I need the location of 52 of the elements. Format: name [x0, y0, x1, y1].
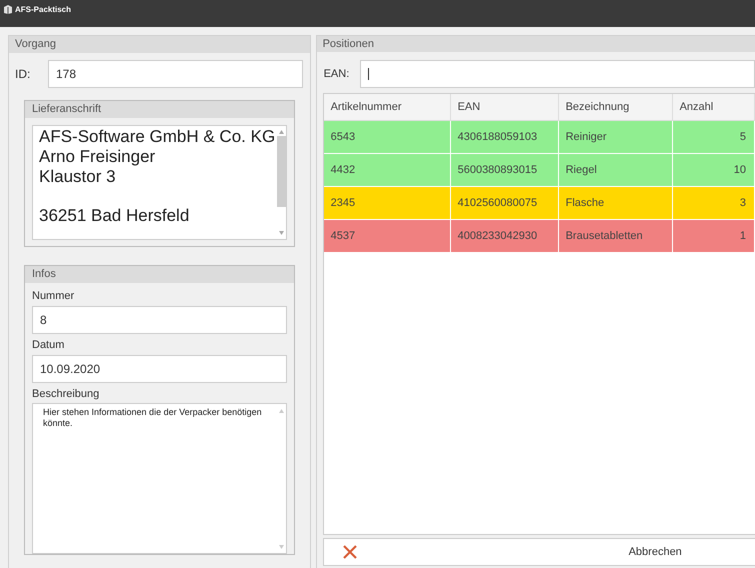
address-line: Arno Freisinger [39, 147, 156, 167]
table-row[interactable]: 6543 4306188059103 Reiniger 5 [324, 121, 755, 154]
package-icon [4, 5, 12, 14]
column-header[interactable]: Anzahl [672, 94, 755, 120]
table-cell: 4102560080075 [450, 187, 559, 219]
table-cell: 5600380893015 [450, 154, 559, 186]
scroll-down-icon[interactable] [278, 545, 284, 549]
group-title: Lieferanschrift [32, 102, 102, 118]
group-title: Infos [32, 267, 56, 282]
table-cell: Brausetabletten [558, 220, 673, 252]
table-cell: 4432 [324, 154, 451, 186]
id-label: ID: [15, 66, 32, 83]
ean-label: EAN: [324, 66, 350, 82]
column-header[interactable]: EAN [450, 94, 559, 120]
address-line: 36251 Bad Hersfeld [39, 206, 190, 226]
datum-field[interactable]: 10.09.2020 [32, 355, 287, 383]
table-cell: 5 [672, 121, 755, 153]
id-field[interactable]: 178 [48, 60, 303, 88]
table-cell: Riegel [558, 154, 673, 186]
table-cell: 2345 [324, 187, 451, 219]
column-header[interactable]: Artikelnummer [324, 94, 451, 120]
beschreibung-field[interactable]: Hier stehen Informationen die der Verpacker benötigen könnte. [32, 403, 287, 554]
table-row[interactable]: 2345 4102560080075 Flasche 3 [324, 187, 755, 220]
table-cell: 3 [672, 187, 755, 219]
scroll-up-icon[interactable] [278, 130, 284, 134]
ean-field[interactable] [360, 60, 755, 88]
scrollbar-thumb[interactable] [276, 136, 286, 207]
table-row[interactable]: 4432 5600380893015 Riegel 10 [324, 154, 755, 187]
scroll-down-icon[interactable] [278, 231, 284, 235]
address-field[interactable]: AFS-Software GmbH & Co. KG Arno Freisinger Klaustor 3 36251 Bad Hersfeld [32, 125, 287, 240]
column-header[interactable]: Bezeichnung [558, 94, 673, 120]
table-cell: 4537 [324, 220, 451, 252]
table-cell: 6543 [324, 121, 451, 153]
table-cell: 10 [672, 154, 755, 186]
address-line: AFS-Software GmbH & Co. KG [39, 127, 276, 147]
field-label: Nummer [32, 290, 76, 303]
scroll-up-icon[interactable] [278, 409, 284, 413]
close-icon [342, 545, 357, 559]
table-cell: 4008233042930 [450, 220, 559, 252]
table-cell: Reiniger [558, 121, 673, 153]
panel-title: Vorgang [15, 37, 56, 52]
address-line: Klaustor 3 [39, 167, 117, 187]
table-cell: Flasche [558, 187, 673, 219]
table-cell: 4306188059103 [450, 121, 559, 153]
cancel-button[interactable]: Abbrechen [322, 538, 755, 566]
table-cell: 1 [672, 220, 755, 252]
field-label: Beschreibung [32, 388, 100, 401]
window-title: AFS-Packtisch [15, 5, 72, 14]
field-label: Datum [32, 339, 66, 352]
nummer-field[interactable]: 8 [32, 306, 287, 334]
table-row[interactable]: 4537 4008233042930 Brausetabletten 1 [324, 220, 755, 253]
panel-title: Positionen [322, 36, 374, 52]
